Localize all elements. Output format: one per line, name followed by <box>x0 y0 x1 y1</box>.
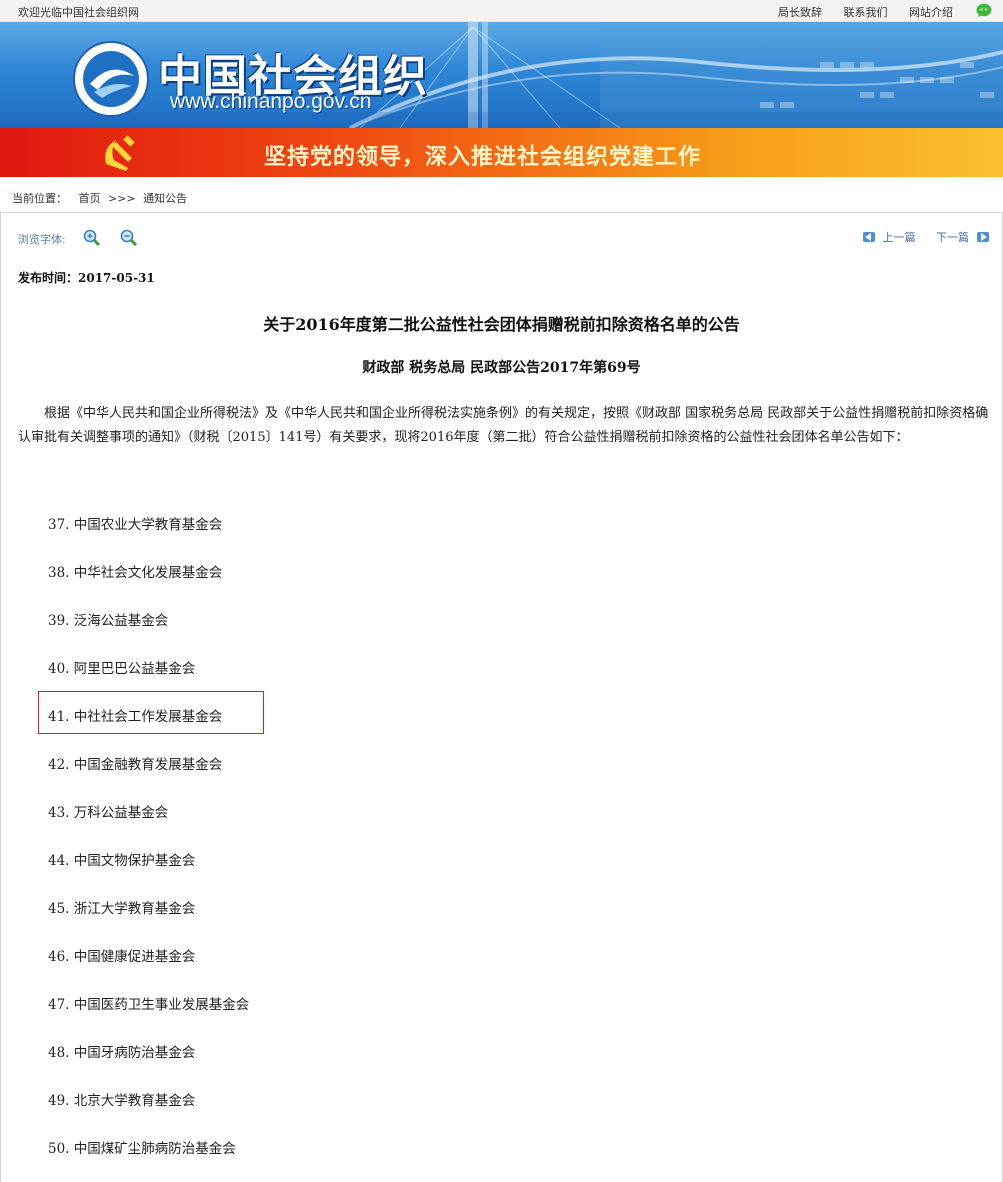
list-item: 50. 中国煤矿尘肺病防治基金会 <box>48 1141 236 1157</box>
prev-article-label: 上一篇 <box>882 231 916 244</box>
organization-logo <box>73 41 149 117</box>
list-item: 43. 万科公益基金会 <box>48 805 169 821</box>
list-item: 44. 中国文物保护基金会 <box>48 853 196 869</box>
breadcrumb-label: 当前位置： <box>12 192 67 205</box>
party-slogan: 坚持党的领导，深入推进社会组织党建工作 <box>264 145 702 170</box>
arrow-right-icon <box>976 232 989 242</box>
next-article-label: 下一篇 <box>936 231 969 244</box>
director-speech-link[interactable]: 局长致辞 <box>778 6 822 19</box>
top-bar: 欢迎光临中国社会组织网 局长致辞 联系我们 网站介绍 <box>0 0 1003 22</box>
list-item: 40. 阿里巴巴公益基金会 <box>48 661 196 677</box>
breadcrumb-home-link[interactable]: 首页 <box>79 192 101 205</box>
divider <box>0 212 1003 213</box>
list-item: 39. 泛海公益基金会 <box>48 613 169 629</box>
publish-time: 发布时间：2017-05-31 <box>18 271 155 285</box>
site-intro-link[interactable]: 网站介绍 <box>909 6 953 19</box>
highlight-annotation-box <box>38 691 264 734</box>
article-title: 关于2016年度第二批公益性社会团体捐赠税前扣除资格名单的公告 <box>263 315 740 334</box>
list-item: 37. 中国农业大学教育基金会 <box>48 517 223 533</box>
breadcrumb-separator: >>> <box>108 192 136 205</box>
article-subtitle: 财政部 税务总局 民政部公告2017年第69号 <box>362 360 641 376</box>
party-emblem-icon <box>105 135 135 171</box>
article-intro: 根据《中华人民共和国企业所得税法》及《中华人民共和国企业所得税法实施条例》的有关… <box>18 406 989 445</box>
contact-us-link[interactable]: 联系我们 <box>844 6 888 19</box>
zoom-out-icon[interactable] <box>120 229 138 247</box>
breadcrumb: 当前位置： 首页 >>> 通知公告 <box>12 190 187 206</box>
arrow-left-icon <box>863 232 875 242</box>
next-article-link[interactable]: 下一篇 <box>936 229 989 245</box>
list-item: 48. 中国牙病防治基金会 <box>48 1045 196 1061</box>
party-slogan-banner: 坚持党的领导，深入推进社会组织党建工作 <box>0 128 1003 177</box>
list-item: 42. 中国金融教育发展基金会 <box>48 757 223 773</box>
list-item: 38. 中华社会文化发展基金会 <box>48 565 223 581</box>
list-item: 46. 中国健康促进基金会 <box>48 949 196 965</box>
list-item: 47. 中国医药卫生事业发展基金会 <box>48 997 250 1013</box>
site-url: www.chinanpo.gov.cn <box>170 90 372 113</box>
top-links: 局长致辞 联系我们 网站介绍 <box>760 4 953 20</box>
site-banner: 中国社会组织 www.chinanpo.gov.cn <box>0 22 1003 128</box>
zoom-in-icon[interactable] <box>83 229 101 247</box>
font-size-label: 浏览字体: <box>18 233 66 246</box>
list-item: 45. 浙江大学教育基金会 <box>48 901 196 917</box>
bridge-illustration <box>0 22 1003 128</box>
welcome-text: 欢迎光临中国社会组织网 <box>18 6 139 19</box>
wechat-icon[interactable] <box>976 3 993 18</box>
prev-article-link[interactable]: 上一篇 <box>863 229 916 245</box>
list-item: 49. 北京大学教育基金会 <box>48 1093 196 1109</box>
breadcrumb-current[interactable]: 通知公告 <box>143 192 187 205</box>
